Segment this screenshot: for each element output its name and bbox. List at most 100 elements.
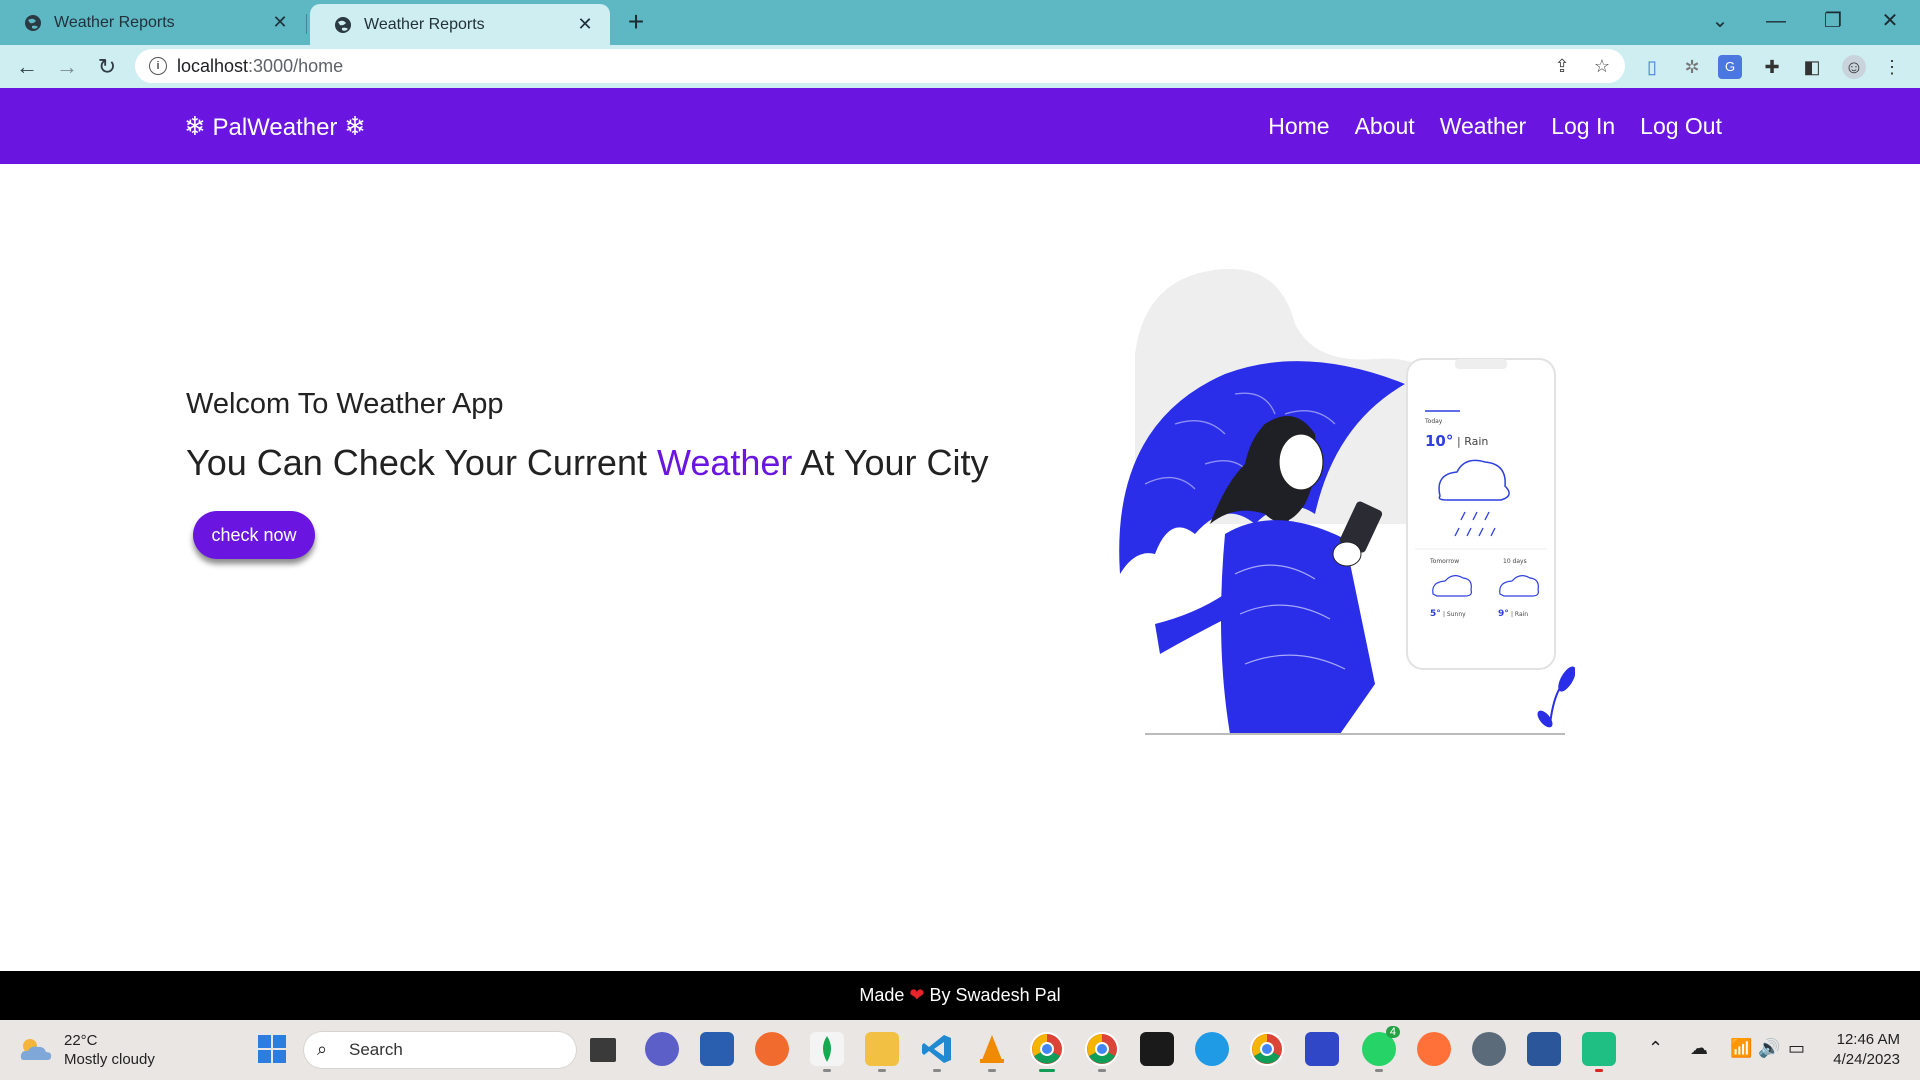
phone-temp-a: 5° xyxy=(1430,609,1441,619)
phone-cond-a: | Sunny xyxy=(1443,611,1466,618)
extensions-puzzle-icon[interactable]: ✚ xyxy=(1760,55,1784,79)
brand-logo[interactable]: ❄ PalWeather ❄ xyxy=(184,88,366,164)
nav-weather[interactable]: Weather xyxy=(1440,113,1527,140)
snipping-tool-icon[interactable] xyxy=(1582,1032,1616,1072)
snowflake-icon: ❄ xyxy=(184,111,206,141)
mongodb-compass-icon[interactable] xyxy=(810,1032,844,1072)
site-footer: Made ❤ By Swadesh Pal xyxy=(0,971,1920,1020)
profile-avatar[interactable]: ☺ xyxy=(1842,55,1866,79)
extension-docs-icon[interactable]: ▯ xyxy=(1640,55,1664,79)
postman-icon[interactable] xyxy=(755,1032,789,1066)
clock-date: 4/24/2023 xyxy=(1833,1051,1900,1068)
vscode-icon[interactable] xyxy=(920,1032,954,1072)
settings-gear-icon[interactable] xyxy=(1472,1032,1506,1066)
weather-illustration: Today 10° | Rain Tomorrow 10 days 5° | S… xyxy=(1119,268,1575,735)
phone-main-temp: 10° xyxy=(1425,432,1453,450)
edge-icon[interactable] xyxy=(1195,1032,1229,1066)
vlc-icon[interactable] xyxy=(975,1032,1009,1072)
globe-icon xyxy=(335,16,351,33)
url-host: localhost xyxy=(177,56,249,76)
bookmark-star-icon[interactable]: ☆ xyxy=(1590,54,1614,78)
battery-icon[interactable]: ▭ xyxy=(1788,1038,1805,1059)
chrome-icon[interactable] xyxy=(1030,1032,1064,1072)
snowflake-icon: ❄ xyxy=(344,111,366,141)
search-icon: ⌕ xyxy=(317,1039,328,1059)
back-button[interactable]: ← xyxy=(11,51,43,83)
extension-translate-icon[interactable]: G xyxy=(1718,55,1742,79)
nav-login[interactable]: Log In xyxy=(1551,113,1615,140)
phone-cond-b: | Rain xyxy=(1511,611,1528,618)
reload-button[interactable]: ↻ xyxy=(91,51,123,83)
windows-start-icon[interactable] xyxy=(255,1032,289,1066)
notification-badge: 4 xyxy=(1385,1026,1400,1038)
footer-text: Made xyxy=(859,985,905,1005)
close-tab-icon[interactable]: ✕ xyxy=(574,14,596,35)
weather-widget[interactable]: 22°C Mostly cloudy xyxy=(18,1028,155,1072)
nav-logout[interactable]: Log Out xyxy=(1640,113,1722,140)
teams-chat-icon[interactable] xyxy=(645,1032,679,1066)
side-panel-icon[interactable]: ◧ xyxy=(1800,55,1824,79)
chrome-profile-icon[interactable] xyxy=(1085,1032,1119,1072)
hero-section: Welcom To Weather App You Can Check Your… xyxy=(0,164,1920,971)
clock-time: 12:46 AM xyxy=(1836,1031,1900,1048)
tagline-text: You Can Check Your Current xyxy=(186,442,657,483)
heart-icon: ❤ xyxy=(909,985,925,1005)
nav-home[interactable]: Home xyxy=(1268,113,1329,140)
tagline-accent: Weather xyxy=(656,442,793,483)
browser-tab-strip: Weather Reports ✕ Weather Reports ✕ + ⌄ … xyxy=(0,0,1920,45)
media-player-icon[interactable] xyxy=(1140,1032,1174,1066)
close-window-button[interactable]: ✕ xyxy=(1870,6,1910,36)
cloud-sun-icon xyxy=(20,1039,52,1060)
restore-button[interactable]: ❐ xyxy=(1813,6,1853,36)
forward-button[interactable]: → xyxy=(51,51,83,83)
footer-author: By Swadesh Pal xyxy=(929,985,1061,1005)
taskbar-search[interactable]: ⌕ Search xyxy=(303,1031,577,1069)
microsoft-store-icon[interactable] xyxy=(700,1032,734,1066)
site-info-icon[interactable]: i xyxy=(149,57,167,75)
onedrive-icon[interactable]: ☁ xyxy=(1690,1038,1708,1059)
file-explorer-icon[interactable] xyxy=(865,1032,899,1072)
chevron-up-icon[interactable]: ⌃ xyxy=(1648,1038,1663,1059)
search-placeholder: Search xyxy=(349,1040,403,1059)
wifi-icon[interactable]: 📶 xyxy=(1730,1038,1752,1059)
welcome-heading: Welcom To Weather App xyxy=(186,388,504,420)
app-icon[interactable] xyxy=(1305,1032,1339,1066)
phone-temp-b: 9° xyxy=(1498,609,1509,619)
nav-about[interactable]: About xyxy=(1355,113,1415,140)
close-tab-icon[interactable]: ✕ xyxy=(269,12,291,33)
tab-title: Weather Reports xyxy=(364,15,485,33)
browser-menu-icon[interactable]: ⋮ xyxy=(1880,55,1904,79)
tab-divider xyxy=(306,14,307,34)
phone-10days-label: 10 days xyxy=(1503,558,1527,565)
volume-icon[interactable]: 🔊 xyxy=(1758,1038,1780,1059)
extension-bug-icon[interactable]: ✲ xyxy=(1680,55,1704,79)
browser-toolbar: ← → ↻ i localhost:3000/home ⇪ ☆ ▯ ✲ G ✚ … xyxy=(0,45,1920,88)
url-text[interactable]: localhost:3000/home xyxy=(177,49,343,83)
whatsapp-icon[interactable]: 4 xyxy=(1362,1026,1400,1072)
browser-tab[interactable]: Weather Reports ✕ xyxy=(0,0,305,45)
chrome-alt-icon[interactable] xyxy=(1250,1032,1284,1066)
new-tab-button[interactable]: + xyxy=(616,8,656,38)
task-view-icon[interactable] xyxy=(590,1038,616,1062)
word-icon[interactable] xyxy=(1527,1032,1561,1066)
site-navbar: ❄ PalWeather ❄ Home About Weather Log In… xyxy=(0,88,1920,164)
brand-name: PalWeather xyxy=(212,114,338,141)
phone-main-condition: | Rain xyxy=(1457,435,1488,448)
phone-today-label: Today xyxy=(1424,418,1443,425)
os-taskbar: 22°C Mostly cloudy ⌕ Search 4 ⌃ ☁ 📶 🔊 ▭ … xyxy=(0,1020,1920,1080)
share-icon[interactable]: ⇪ xyxy=(1550,54,1574,78)
tagline-heading: You Can Check Your Current Weather At Yo… xyxy=(186,442,989,484)
firefox-icon[interactable] xyxy=(1417,1032,1451,1066)
globe-icon xyxy=(25,14,41,31)
weather-condition: Mostly cloudy xyxy=(64,1051,155,1068)
tab-title: Weather Reports xyxy=(54,13,175,31)
tab-search-icon[interactable]: ⌄ xyxy=(1700,6,1740,36)
browser-tab-active[interactable]: Weather Reports ✕ xyxy=(310,4,610,45)
check-now-button[interactable]: check now xyxy=(193,511,315,559)
system-clock[interactable]: 12:46 AM 4/24/2023 xyxy=(1833,1030,1900,1070)
tagline-text: At Your City xyxy=(792,442,989,483)
minimize-button[interactable]: — xyxy=(1756,6,1796,36)
site-menu: Home About Weather Log In Log Out xyxy=(1268,88,1722,164)
url-path: :3000/home xyxy=(248,56,344,76)
address-bar[interactable]: i localhost:3000/home ⇪ ☆ xyxy=(135,49,1625,83)
